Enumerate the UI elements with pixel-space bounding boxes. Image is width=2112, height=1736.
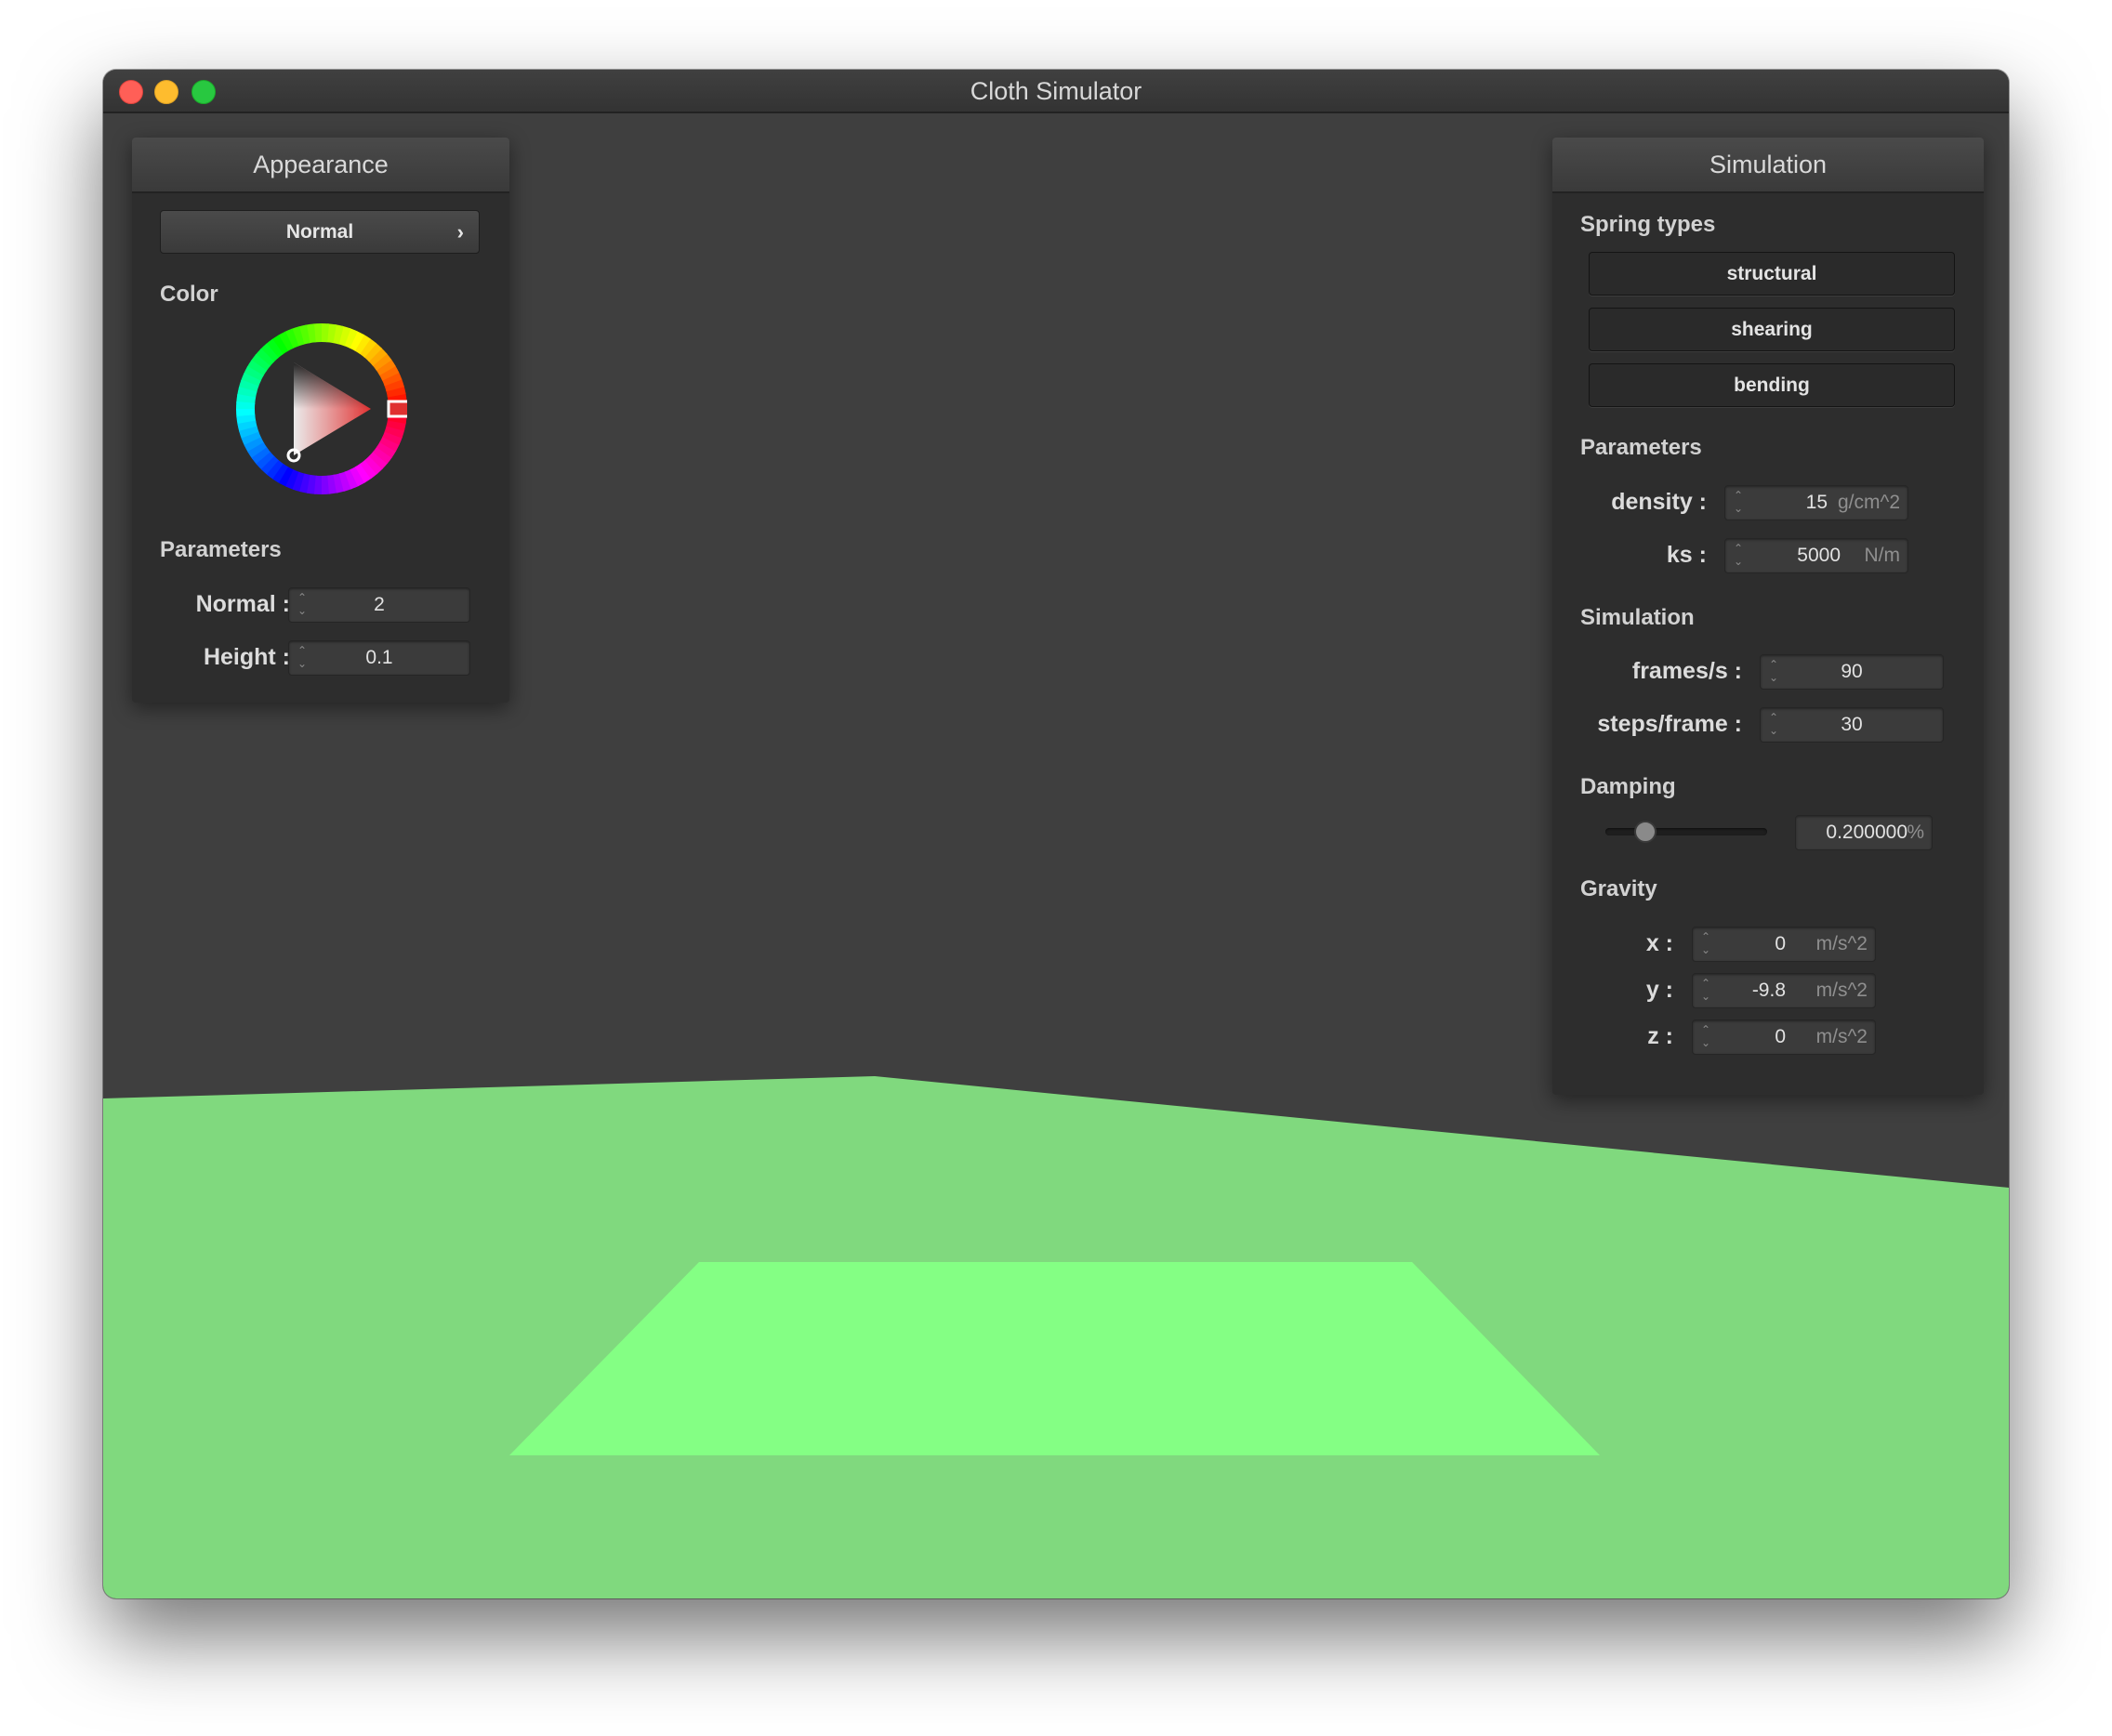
hue-picker-marker[interactable] xyxy=(387,400,407,418)
steps-per-frame-spinbox[interactable]: ⌃ ⌄ 30 xyxy=(1760,707,1944,743)
frames-per-second-label: frames/s : xyxy=(1631,658,1742,684)
window-title: Cloth Simulator xyxy=(970,77,1142,105)
gravity-x-spinbox[interactable]: ⌃ ⌄ 0 m/s^2 xyxy=(1692,927,1876,962)
structural-toggle-button[interactable]: structural xyxy=(1589,252,1955,296)
gravity-x-label: x : xyxy=(1645,930,1673,956)
chevron-right-icon: › xyxy=(456,220,464,243)
frames-per-second-spinbox[interactable]: ⌃ ⌄ 90 xyxy=(1760,654,1944,690)
normal-spinbox[interactable]: ⌃ ⌄ 2 xyxy=(288,587,470,623)
simulation-panel-title[interactable]: Simulation xyxy=(1552,138,1984,193)
gravity-y-spinbox[interactable]: ⌃ ⌄ -9.8 m/s^2 xyxy=(1692,973,1876,1008)
gravity-z-spinbox[interactable]: ⌃ ⌄ 0 m/s^2 xyxy=(1692,1019,1876,1055)
spring-types-label: Spring types xyxy=(1580,212,1716,237)
steps-per-frame-label: steps/frame : xyxy=(1597,711,1742,737)
spin-arrows-icon[interactable]: ⌃ ⌄ xyxy=(1733,489,1744,517)
appearance-panel: Appearance Normal › Color Parameters Nor… xyxy=(132,138,509,703)
ks-spinbox[interactable]: ⌃ ⌄ 5000 N/m xyxy=(1724,538,1908,573)
simulation-parameters-label: Parameters xyxy=(1580,435,1702,460)
appearance-parameters-label: Parameters xyxy=(160,537,282,562)
damping-label: Damping xyxy=(1580,774,1676,799)
damping-slider-knob[interactable] xyxy=(1633,821,1657,843)
spin-arrows-icon[interactable]: ⌃ ⌄ xyxy=(1733,542,1744,570)
shader-dropdown[interactable]: Normal › xyxy=(160,210,480,254)
appearance-panel-title[interactable]: Appearance xyxy=(132,138,509,193)
normal-label: Normal : xyxy=(195,591,290,617)
color-wheel[interactable] xyxy=(236,323,407,494)
ks-label: ks : xyxy=(1666,542,1707,568)
simulation-section-label: Simulation xyxy=(1580,605,1695,630)
bending-toggle-button[interactable]: bending xyxy=(1589,363,1955,407)
gravity-label: Gravity xyxy=(1580,876,1657,901)
gravity-y-label: y : xyxy=(1645,977,1673,1003)
density-spinbox[interactable]: ⌃ ⌄ 15 g/cm^2 xyxy=(1724,485,1908,520)
simulation-panel: Simulation Spring types structural shear… xyxy=(1552,138,1984,1095)
damping-value-field[interactable]: 0.200000 % xyxy=(1795,815,1933,850)
damping-slider[interactable] xyxy=(1605,828,1767,835)
height-label: Height : xyxy=(203,644,290,670)
spin-arrows-icon[interactable]: ⌃ ⌄ xyxy=(1700,1023,1711,1051)
gravity-z-label: z : xyxy=(1647,1023,1673,1049)
color-section-label: Color xyxy=(160,282,218,307)
cloth-mesh[interactable] xyxy=(509,1262,1600,1455)
shader-dropdown-value: Normal xyxy=(285,221,354,243)
title-bar[interactable]: Cloth Simulator xyxy=(103,70,2009,113)
spin-arrows-icon[interactable]: ⌃ ⌄ xyxy=(1700,977,1711,1005)
height-spinbox[interactable]: ⌃ ⌄ 0.1 xyxy=(288,640,470,676)
density-label: density : xyxy=(1611,489,1707,515)
spin-arrows-icon[interactable]: ⌃ ⌄ xyxy=(1700,930,1711,958)
shearing-toggle-button[interactable]: shearing xyxy=(1589,308,1955,351)
app-window: Cloth Simulator Appearance Normal › Colo… xyxy=(103,70,2009,1598)
